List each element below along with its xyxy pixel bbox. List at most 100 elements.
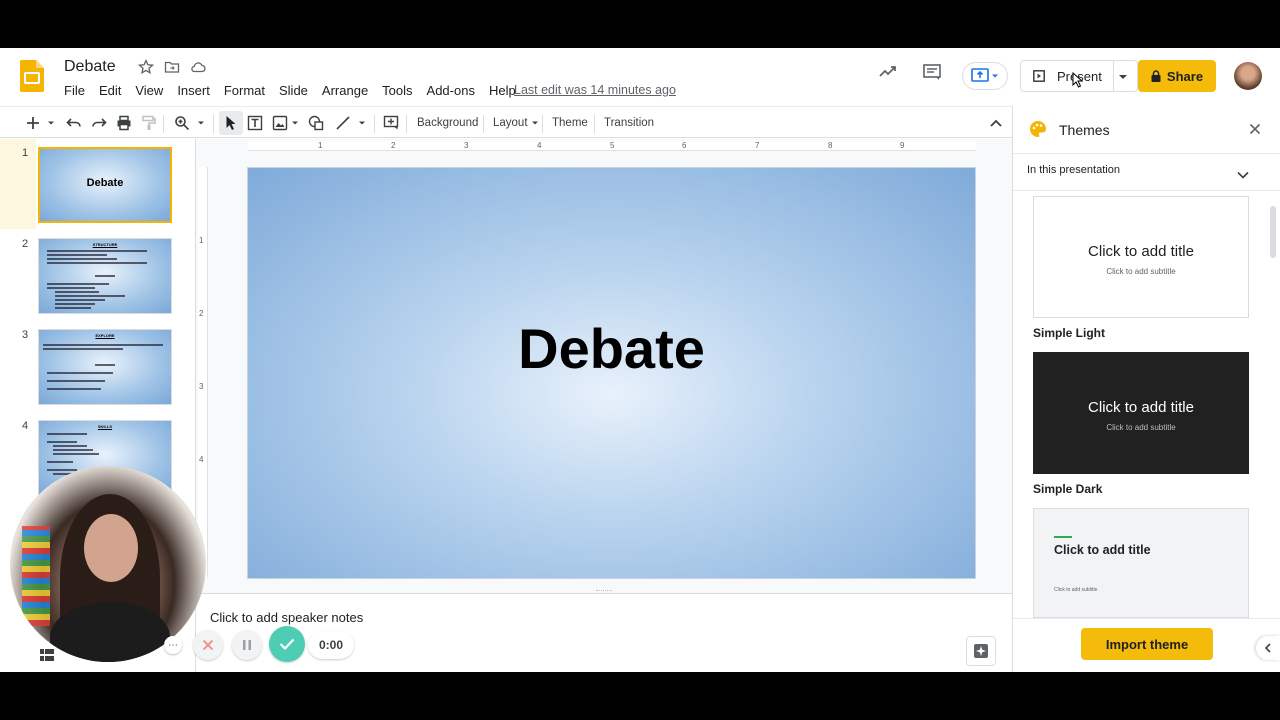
chevron-down-icon <box>531 121 538 125</box>
activity-dashboard-icon[interactable] <box>878 62 898 87</box>
move-folder-icon[interactable] <box>164 59 180 75</box>
transition-button[interactable]: Transition <box>604 114 654 132</box>
cursor-arrow-icon <box>226 116 236 130</box>
theme-filter-dropdown[interactable]: In this presentation <box>1027 164 1120 176</box>
plus-icon <box>27 117 39 129</box>
theme-preview-title: Click to add title <box>1054 543 1151 557</box>
recorder-delete-button[interactable] <box>193 630 223 660</box>
horizontal-ruler[interactable]: 1 2 3 4 5 6 7 8 9 <box>248 141 976 151</box>
current-slide[interactable]: Debate <box>248 168 975 578</box>
slide-preview[interactable]: STRUCTURE <box>38 238 172 314</box>
menu-edit[interactable]: Edit <box>99 83 121 98</box>
slideshow-options-button[interactable] <box>962 62 1008 90</box>
chevron-down-icon <box>48 121 54 125</box>
more-dots-icon: ⋯ <box>164 636 182 654</box>
play-box-icon <box>1033 70 1045 82</box>
layout-button[interactable]: Layout <box>493 114 539 132</box>
slide-title[interactable]: Debate <box>248 316 975 381</box>
mouse-cursor-icon <box>1072 71 1084 93</box>
menu-arrange[interactable]: Arrange <box>322 83 368 98</box>
thumb-title: SKILLS <box>97 424 113 429</box>
cloud-status-icon[interactable] <box>190 59 206 75</box>
shape-button[interactable] <box>308 114 324 132</box>
paint-format-button[interactable] <box>142 114 156 132</box>
doc-title[interactable]: Debate <box>64 58 116 76</box>
slide-number: 1 <box>22 147 29 159</box>
recorder-timer: 0:00 <box>308 630 354 660</box>
slide-preview[interactable]: EXPLORE <box>38 329 172 405</box>
check-icon <box>279 638 295 650</box>
shape-icon <box>308 115 324 131</box>
chevron-down-icon[interactable] <box>1237 166 1249 184</box>
chevron-down-icon <box>198 121 204 125</box>
toolbar: Background Layout Theme Transition <box>0 106 1012 138</box>
explore-button[interactable] <box>966 636 996 666</box>
avatar[interactable] <box>1234 62 1262 90</box>
menu-file[interactable]: File <box>64 83 85 98</box>
star-icon[interactable] <box>137 58 155 75</box>
present-screen-icon <box>971 68 989 82</box>
slides-logo-icon[interactable] <box>20 60 44 92</box>
theme-preview-subtitle: Click to add subtitle <box>1106 267 1176 276</box>
insert-image-dropdown[interactable] <box>291 114 299 132</box>
pause-icon <box>243 640 251 650</box>
recorder-more-button[interactable]: ⋯ <box>164 630 182 660</box>
menu-slide[interactable]: Slide <box>279 83 308 98</box>
menu-help[interactable]: Help <box>489 83 516 98</box>
recorder-pause-button[interactable] <box>232 630 262 660</box>
notes-resize-handle[interactable] <box>596 590 612 593</box>
line-button[interactable] <box>335 114 351 132</box>
menu-insert[interactable]: Insert <box>177 83 210 98</box>
recorder-finish-button[interactable] <box>269 625 305 662</box>
insert-comment-button[interactable] <box>383 114 399 132</box>
menu-format[interactable]: Format <box>224 83 265 98</box>
menu-bar: File Edit View Insert Format Slide Arran… <box>64 83 530 98</box>
menu-view[interactable]: View <box>135 83 163 98</box>
redo-button[interactable] <box>91 114 107 132</box>
share-button[interactable]: Share <box>1138 60 1216 92</box>
layout-label: Layout <box>493 117 528 129</box>
thumb-title: Debate <box>86 177 124 189</box>
print-button[interactable] <box>116 114 132 132</box>
line-dropdown[interactable] <box>358 114 366 132</box>
zoom-dropdown[interactable] <box>197 114 205 132</box>
background-button[interactable]: Background <box>417 114 478 132</box>
new-slide-dropdown[interactable] <box>47 114 55 132</box>
close-themes-button[interactable] <box>1249 122 1261 140</box>
chevron-left-icon <box>1264 643 1271 653</box>
theme-card-simple-dark[interactable]: Click to add title Click to add subtitle <box>1033 352 1249 474</box>
close-icon <box>202 639 214 651</box>
last-edit-link[interactable]: Last edit was 14 minutes ago <box>514 83 676 97</box>
menu-addons[interactable]: Add-ons <box>427 83 475 98</box>
themes-scrollbar[interactable] <box>1270 206 1276 258</box>
theme-card-simple-light[interactable]: Click to add title Click to add subtitle <box>1033 196 1249 318</box>
explore-sparkle-icon <box>974 644 988 658</box>
new-slide-button[interactable] <box>26 114 40 132</box>
lock-icon <box>1151 70 1161 82</box>
vertical-ruler[interactable]: 1 2 3 4 <box>198 167 208 577</box>
insert-image-button[interactable] <box>272 114 288 132</box>
undo-button[interactable] <box>66 114 82 132</box>
speaker-notes-input[interactable]: Click to add speaker notes <box>210 610 363 625</box>
select-tool-button[interactable] <box>219 111 243 135</box>
comments-icon[interactable] <box>922 62 942 87</box>
text-box-icon <box>247 115 263 131</box>
theme-card-streamline[interactable]: Click to add title Click to add subtitle <box>1033 508 1249 618</box>
chevron-down-icon <box>359 121 365 125</box>
paint-roller-icon <box>142 115 156 130</box>
side-panel-toggle[interactable] <box>1256 636 1280 660</box>
zoom-button[interactable] <box>174 114 190 132</box>
import-theme-button[interactable]: Import theme <box>1081 628 1213 660</box>
collapse-toolbar-button[interactable] <box>990 114 1002 132</box>
present-dropdown-icon[interactable] <box>1118 73 1128 81</box>
chevron-down-icon <box>992 74 998 78</box>
slide-canvas-area: 1 2 3 4 5 6 7 8 9 1 2 3 4 Debate <box>196 139 1012 641</box>
theme-preview-title: Click to add title <box>1088 243 1194 260</box>
theme-name: Simple Dark <box>1033 482 1103 496</box>
theme-button[interactable]: Theme <box>552 114 588 132</box>
menu-tools[interactable]: Tools <box>382 83 412 98</box>
slide-preview[interactable]: Debate <box>38 147 172 223</box>
text-box-button[interactable] <box>247 114 263 132</box>
zoom-icon <box>175 116 190 131</box>
theme-preview-subtitle: Click to add subtitle <box>1106 423 1176 432</box>
